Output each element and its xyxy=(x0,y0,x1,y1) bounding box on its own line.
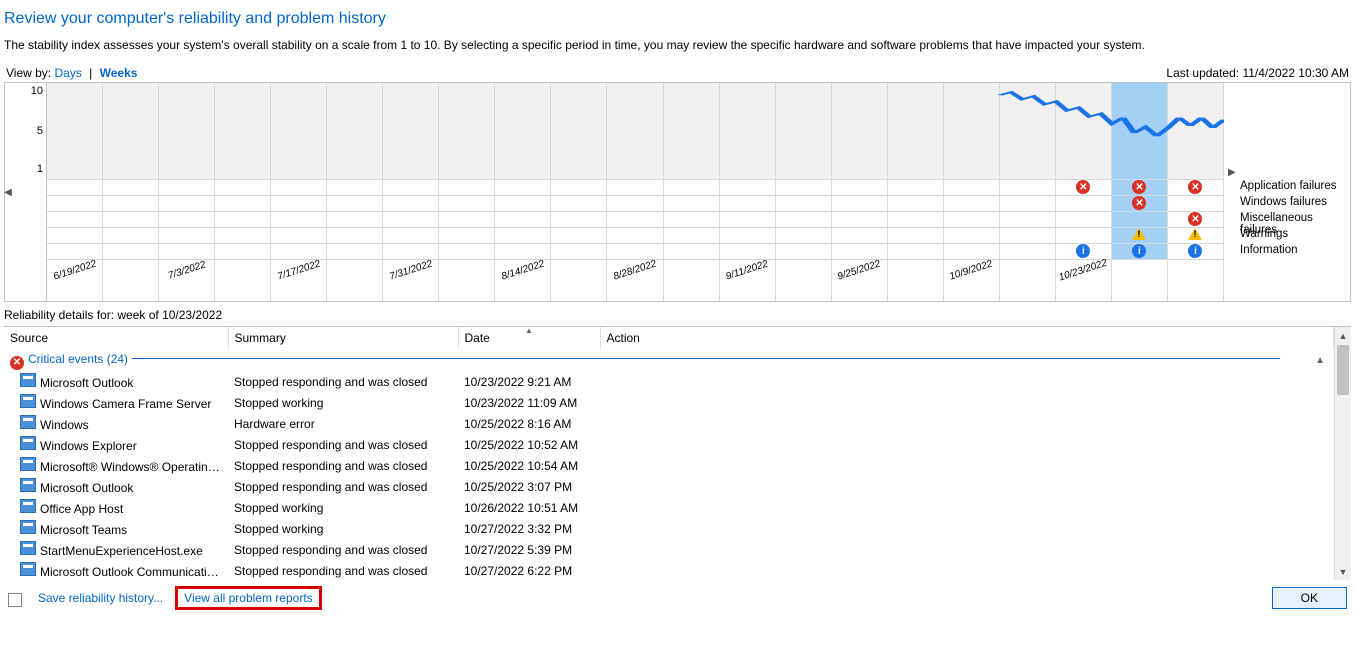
chart-column[interactable] xyxy=(664,83,720,301)
chart-column[interactable]: 7/17/2022 xyxy=(271,83,327,301)
app-icon xyxy=(20,373,36,387)
vertical-scrollbar[interactable]: ▲ ▼ xyxy=(1334,327,1351,580)
reliability-chart: ◀ 10 5 1 6/19/20227/3/20227/17/20227/31/… xyxy=(4,82,1351,302)
table-row[interactable]: Windows Camera Frame ServerStopped worki… xyxy=(4,392,1334,413)
group-collapse-icon[interactable]: ▲ xyxy=(1315,355,1325,366)
scroll-down-icon[interactable]: ▼ xyxy=(1335,563,1351,580)
details-table-container: Source Summary Date▲ Action ✕ Critical ev… xyxy=(4,326,1351,580)
app-icon xyxy=(20,415,36,429)
chart-column[interactable]: 8/28/2022 xyxy=(607,83,663,301)
info-icon: i xyxy=(1076,244,1090,258)
chart-column[interactable] xyxy=(776,83,832,301)
chart-column[interactable] xyxy=(439,83,495,301)
chart-column[interactable] xyxy=(103,83,159,301)
app-icon xyxy=(20,394,36,408)
page-title: Review your computer's reliability and p… xyxy=(4,10,1351,28)
ok-button[interactable]: OK xyxy=(1272,587,1347,609)
info-icon: i xyxy=(1132,244,1146,258)
group-label: Critical events (24) xyxy=(28,352,128,366)
error-icon: ✕ xyxy=(1188,212,1202,226)
chart-column[interactable] xyxy=(215,83,271,301)
viewby-weeks-link[interactable]: Weeks xyxy=(100,66,138,80)
table-row[interactable]: Microsoft OutlookStopped responding and … xyxy=(4,371,1334,392)
view-all-problem-reports-link[interactable]: View all problem reports xyxy=(184,591,313,605)
save-reliability-link[interactable]: Save reliability history... xyxy=(38,591,163,605)
chart-column[interactable] xyxy=(1000,83,1056,301)
chart-column[interactable]: 10/9/2022 xyxy=(944,83,1000,301)
app-icon xyxy=(20,520,36,534)
chart-column[interactable]: 6/19/2022 xyxy=(47,83,103,301)
viewby-label: View by: xyxy=(6,66,51,80)
footer-bar: Save reliability history... View all pro… xyxy=(4,580,1351,616)
page-description: The stability index assesses your system… xyxy=(4,38,1351,52)
chart-column[interactable]: 7/3/2022 xyxy=(159,83,215,301)
last-updated: Last updated: 11/4/2022 10:30 AM xyxy=(1166,66,1349,80)
error-icon: ✕ xyxy=(10,356,24,370)
chart-column[interactable]: 7/31/2022 xyxy=(383,83,439,301)
table-row[interactable]: StartMenuExperienceHost.exeStopped respo… xyxy=(4,539,1334,560)
app-icon xyxy=(20,562,36,576)
chart-column[interactable]: ✕ ✕ i xyxy=(1168,83,1224,301)
table-row[interactable]: Microsoft OutlookStopped responding and … xyxy=(4,476,1334,497)
warning-icon xyxy=(1132,228,1146,240)
table-row[interactable]: Office App HostStopped working10/26/2022… xyxy=(4,497,1334,518)
error-icon: ✕ xyxy=(1076,180,1090,194)
table-row[interactable]: Microsoft TeamsStopped working10/27/2022… xyxy=(4,518,1334,539)
error-icon: ✕ xyxy=(1132,196,1146,210)
annotation-highlight: View all problem reports xyxy=(175,586,322,610)
chart-plot-area[interactable]: 6/19/2022 7/3/2022 7/17/2022 7/31/2022 8/14/… xyxy=(47,83,1224,301)
details-for-header: Reliability details for: week of 10/23/2… xyxy=(4,308,1351,322)
chart-column[interactable] xyxy=(327,83,383,301)
group-header-row[interactable]: ✕ Critical events (24) xyxy=(4,349,1334,371)
viewby-separator: | xyxy=(85,66,96,80)
chart-column[interactable]: ✕ ✕ i xyxy=(1112,83,1168,301)
chart-yaxis: 10 5 1 xyxy=(11,83,47,301)
details-table: Source Summary Date▲ Action ✕ Critical ev… xyxy=(4,327,1334,580)
chart-column[interactable]: 9/11/2022 xyxy=(720,83,776,301)
app-icon xyxy=(20,436,36,450)
viewby-days-link[interactable]: Days xyxy=(54,66,81,80)
chart-scroll-right-icon[interactable]: ▶ xyxy=(1228,167,1236,178)
table-row[interactable]: WindowsHardware error10/25/2022 8:16 AM xyxy=(4,413,1334,434)
error-icon: ✕ xyxy=(1132,180,1146,194)
save-icon xyxy=(8,593,22,607)
app-icon xyxy=(20,478,36,492)
app-icon xyxy=(20,499,36,513)
chart-column[interactable]: 8/14/2022 xyxy=(495,83,551,301)
table-row[interactable]: Microsoft Outlook Communicatio...Stopped… xyxy=(4,560,1334,580)
info-icon: i xyxy=(1188,244,1202,258)
app-icon xyxy=(20,457,36,471)
scroll-up-icon[interactable]: ▲ xyxy=(1335,327,1351,344)
chart-column[interactable]: 9/25/2022 xyxy=(832,83,888,301)
col-date[interactable]: Date▲ xyxy=(458,327,600,349)
error-icon: ✕ xyxy=(1188,180,1202,194)
col-source[interactable]: Source xyxy=(4,327,228,349)
sort-asc-icon: ▲ xyxy=(525,327,533,335)
col-action[interactable]: Action xyxy=(600,327,1334,349)
chart-column[interactable]: 10/23/2022✕i xyxy=(1056,83,1112,301)
chart-column[interactable] xyxy=(551,83,607,301)
col-summary[interactable]: Summary xyxy=(228,327,458,349)
scrollbar-thumb[interactable] xyxy=(1337,345,1349,395)
viewby-group: View by: Days | Weeks xyxy=(6,66,137,80)
warning-icon xyxy=(1188,228,1202,240)
chart-row-labels: ▶ Application failures Windows failures … xyxy=(1224,83,1350,301)
table-row[interactable]: Microsoft® Windows® Operating...Stopped … xyxy=(4,455,1334,476)
app-icon xyxy=(20,541,36,555)
table-row[interactable]: Windows ExplorerStopped responding and w… xyxy=(4,434,1334,455)
chart-column[interactable] xyxy=(888,83,944,301)
